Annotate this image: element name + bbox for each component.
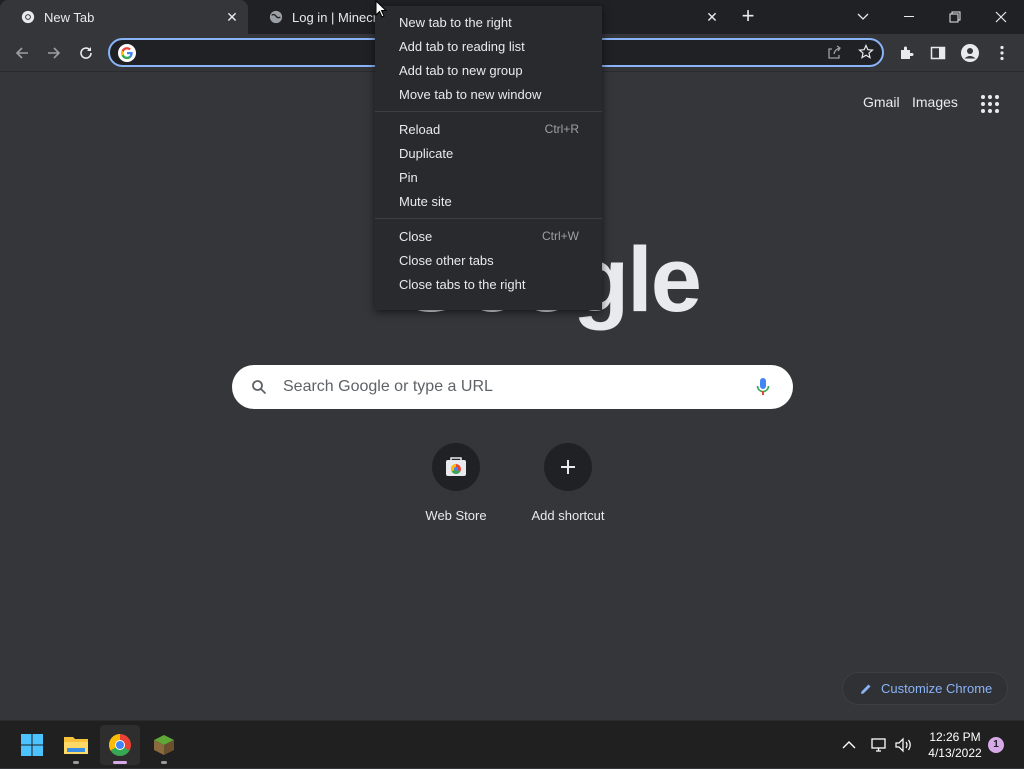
menu-item-label: New tab to the right: [399, 14, 512, 30]
menu-item-label: Add tab to new group: [399, 62, 523, 78]
plus-icon: [544, 443, 592, 491]
menu-item-reload[interactable]: Reload Ctrl+R: [375, 117, 602, 141]
menu-item-close-other-tabs[interactable]: Close other tabs: [375, 248, 602, 272]
menu-item-mute-site[interactable]: Mute site: [375, 189, 602, 213]
menu-item-close[interactable]: Close Ctrl+W: [375, 224, 602, 248]
start-icon[interactable]: [12, 725, 52, 765]
taskbar: 12:26 PM 4/13/2022: [0, 720, 1024, 768]
back-button[interactable]: [8, 39, 36, 67]
restore-button[interactable]: [932, 0, 978, 34]
new-tab-button[interactable]: +: [736, 5, 760, 29]
share-icon[interactable]: [826, 44, 842, 65]
forward-button[interactable]: [40, 39, 68, 67]
close-tab-icon[interactable]: ✕: [704, 9, 720, 25]
search-box[interactable]: Search Google or type a URL: [232, 365, 793, 409]
menu-item-shortcut: Ctrl+W: [542, 229, 579, 243]
globe-icon: [268, 9, 284, 25]
voice-search-icon[interactable]: [756, 377, 770, 402]
menu-item-label: Mute site: [399, 193, 452, 209]
menu-item-add-new-group[interactable]: Add tab to new group: [375, 58, 602, 82]
menu-item-shortcut: Ctrl+R: [544, 122, 579, 136]
close-window-button[interactable]: [978, 0, 1024, 34]
images-link[interactable]: Images: [912, 94, 958, 110]
running-indicator: [73, 761, 79, 764]
menu-item-move-new-window[interactable]: Move tab to new window: [375, 82, 602, 106]
apps-grid-icon[interactable]: [980, 94, 1000, 114]
bookmark-star-icon[interactable]: [858, 44, 874, 65]
clock[interactable]: 12:26 PM 4/13/2022: [920, 729, 990, 761]
file-explorer-icon[interactable]: [56, 725, 96, 765]
pencil-icon: [859, 682, 873, 696]
running-indicator: [161, 761, 167, 764]
menu-item-label: Add tab to reading list: [399, 38, 525, 54]
chrome-icon: [20, 9, 36, 25]
menu-item-label: Move tab to new window: [399, 86, 542, 102]
menu-item-label: Pin: [399, 169, 418, 185]
menu-kebab-icon[interactable]: [988, 39, 1016, 67]
customize-chrome-button[interactable]: Customize Chrome: [842, 672, 1008, 705]
reload-button[interactable]: [72, 39, 100, 67]
menu-separator: [375, 111, 602, 112]
menu-item-label: Reload: [399, 121, 441, 137]
mouse-cursor-icon: [375, 0, 388, 23]
network-icon[interactable]: [870, 721, 888, 769]
web-store-icon: [432, 443, 480, 491]
close-tab-icon[interactable]: ✕: [224, 9, 240, 25]
extensions-icon[interactable]: [892, 39, 920, 67]
notification-badge[interactable]: 1: [988, 737, 1004, 753]
search-placeholder: Search Google or type a URL: [283, 378, 493, 395]
minecraft-icon[interactable]: [144, 725, 184, 765]
google-icon: [118, 44, 136, 62]
profile-avatar[interactable]: [956, 39, 984, 67]
active-indicator: [113, 761, 127, 764]
tab-search-icon[interactable]: [840, 0, 886, 34]
show-hidden-icons-chevron[interactable]: [842, 721, 856, 769]
add-shortcut-button[interactable]: Add shortcut: [512, 443, 624, 523]
minimize-button[interactable]: [886, 0, 932, 34]
menu-item-close-tabs-right[interactable]: Close tabs to the right: [375, 272, 602, 296]
shortcut-web-store[interactable]: Web Store: [400, 443, 512, 523]
menu-item-add-reading-list[interactable]: Add tab to reading list: [375, 34, 602, 58]
customize-label: Customize Chrome: [881, 681, 993, 696]
menu-item-duplicate[interactable]: Duplicate: [375, 141, 602, 165]
side-panel-icon[interactable]: [924, 39, 952, 67]
menu-item-label: Duplicate: [399, 145, 454, 161]
gmail-link[interactable]: Gmail: [863, 94, 900, 110]
clock-time: 12:26 PM: [929, 730, 981, 744]
tab-context-menu: New tab to the right Add tab to reading …: [375, 6, 602, 310]
clock-date: 4/13/2022: [928, 746, 982, 760]
menu-item-pin[interactable]: Pin: [375, 165, 602, 189]
tab-title: New Tab: [44, 9, 95, 25]
chrome-taskbar-icon[interactable]: [100, 725, 140, 765]
search-icon: [251, 379, 267, 400]
menu-item-label: Close tabs to the right: [399, 276, 526, 292]
tab-new-tab[interactable]: New Tab ✕: [0, 0, 248, 34]
volume-icon[interactable]: [894, 721, 914, 769]
menu-item-new-tab-right[interactable]: New tab to the right: [375, 10, 602, 34]
shortcut-label: Add shortcut: [531, 508, 605, 523]
menu-item-label: Close: [399, 228, 433, 244]
shortcut-label: Web Store: [425, 508, 487, 523]
menu-item-label: Close other tabs: [399, 252, 494, 268]
menu-separator: [375, 218, 602, 219]
